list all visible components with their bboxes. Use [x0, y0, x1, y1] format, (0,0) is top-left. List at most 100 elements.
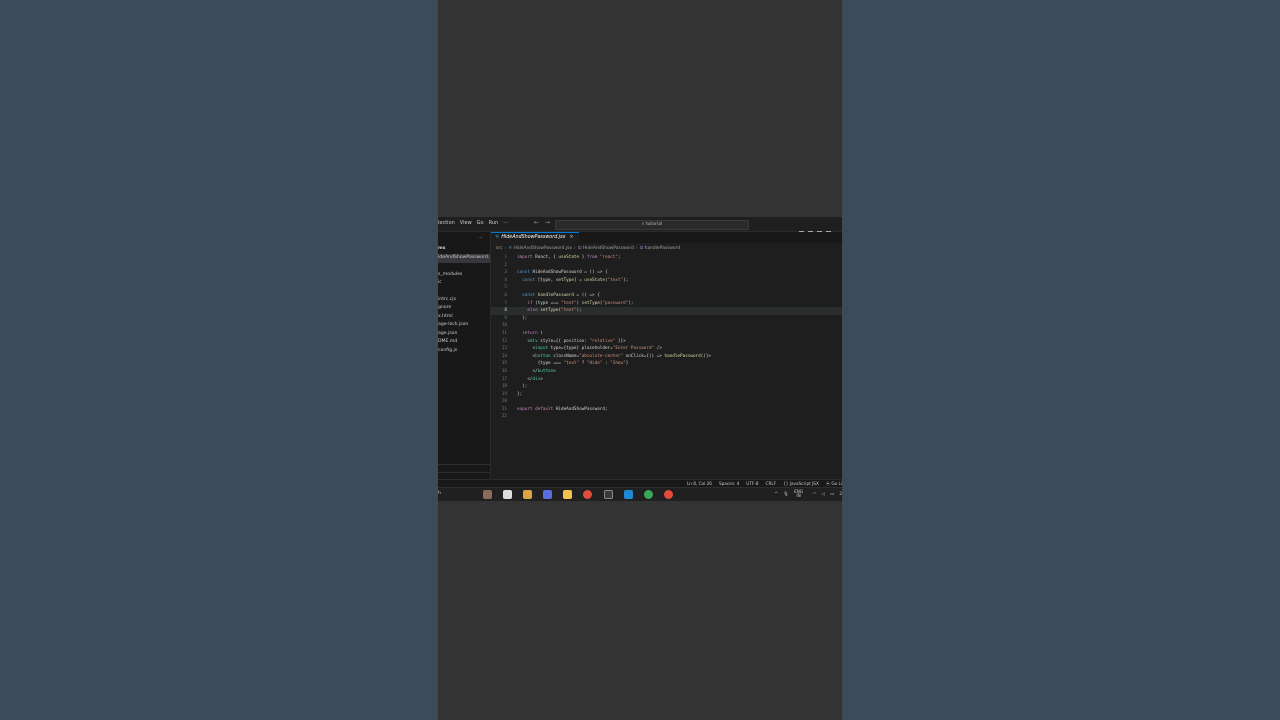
clock[interactable]: 2: [839, 491, 842, 496]
status-cursor-position[interactable]: Ln 8, Col 26: [687, 481, 712, 486]
file-icon[interactable]: [503, 490, 513, 499]
file-item[interactable]: age.json: [438, 330, 490, 339]
battery-icon[interactable]: ▭: [830, 491, 834, 496]
file-item[interactable]: DME.md: [438, 338, 490, 347]
line-number: 16: [501, 368, 507, 374]
forward-arrow-icon[interactable]: →: [545, 219, 550, 226]
line-number: 14: [501, 353, 507, 359]
weather-icon[interactable]: [523, 490, 533, 499]
code-line[interactable]: 19};: [491, 391, 842, 399]
component-symbol-icon: ⊡: [577, 246, 582, 251]
line-number: 19: [501, 391, 507, 397]
breadcrumb-file[interactable]: HideAndShowPassword.jsx: [514, 246, 572, 251]
file-item[interactable]: s_modules: [438, 271, 490, 280]
code-text: const HideAndShowPassword = () => {: [517, 270, 608, 276]
back-arrow-icon[interactable]: ←: [534, 219, 539, 226]
widgets-icon[interactable]: [483, 490, 492, 499]
terminal-icon[interactable]: [603, 490, 613, 499]
menu-more[interactable]: ···: [503, 220, 508, 226]
chat-icon[interactable]: [543, 490, 553, 499]
code-text: import React, { useState } from "react";: [517, 255, 621, 260]
code-line[interactable]: 2: [491, 262, 842, 270]
status-go-live[interactable]: ⦿ Go Li: [826, 481, 842, 486]
file-item[interactable]: ic: [438, 279, 490, 288]
wifi-icon[interactable]: ◠: [812, 491, 816, 496]
menu-view[interactable]: View: [460, 220, 472, 226]
folder-icon[interactable]: [563, 490, 573, 499]
file-item[interactable]: config.js: [438, 347, 490, 356]
chevron-up-icon[interactable]: ^: [775, 491, 779, 496]
code-text: };: [517, 315, 528, 321]
breadcrumb-component[interactable]: HideAndShowPassword: [583, 246, 634, 251]
chrome-icon[interactable]: [583, 490, 593, 499]
file-item[interactable]: age-lock.json: [438, 321, 490, 330]
microphone-icon[interactable]: 🎙: [783, 491, 788, 496]
language-indicator[interactable]: ENG IN: [794, 489, 803, 498]
editor-tabs: ⚛ HideAndShowPassword.jsx ×: [491, 232, 842, 243]
windows-taskbar: h ^ 🎙 ENG IN ◠ ◁ ▭ 2: [438, 487, 842, 501]
code-line[interactable]: 7 if (type === "text") setType("password…: [491, 300, 842, 308]
code-line[interactable]: 14 <button className="absolute-center" o…: [491, 353, 842, 361]
menu-selection[interactable]: lection: [438, 220, 455, 226]
code-line[interactable]: 3 const HideAndShowPassword = () => {: [491, 269, 842, 277]
code-text: {type === "text" ? "Hide" : "Show"}: [517, 361, 629, 367]
code-line[interactable]: 4 const [type, setType] = useState("text…: [491, 277, 842, 285]
react-file-icon: ⚛: [508, 246, 513, 251]
line-number: 5: [504, 285, 507, 291]
code-line[interactable]: 20: [491, 398, 842, 406]
line-number: 17: [501, 376, 507, 382]
command-center-search[interactable]: ⌕ tutorial: [555, 220, 749, 230]
file-tree: ideAndShowPassword... s_modules ic intrc…: [438, 254, 490, 355]
status-language[interactable]: {} JavaScript JSX: [783, 481, 819, 486]
outline-divider: [438, 464, 490, 465]
left-background-panel: [0, 0, 438, 720]
navigation-arrows: ← →: [534, 219, 556, 226]
breadcrumb-function[interactable]: handlePassword: [645, 246, 680, 251]
code-line[interactable]: 6 const handlePassword = () => {: [491, 292, 842, 300]
status-encoding[interactable]: UTF-8: [746, 481, 758, 486]
menu-go[interactable]: Go: [477, 220, 484, 226]
code-line[interactable]: 15 {type === "text" ? "Hide" : "Show"}: [491, 360, 842, 368]
explorer-project-header[interactable]: ms: [438, 246, 446, 251]
line-number: 21: [501, 406, 507, 412]
menu-run[interactable]: Run: [489, 220, 499, 226]
code-line[interactable]: 22: [491, 413, 842, 421]
code-line[interactable]: 18 );: [491, 383, 842, 391]
code-line[interactable]: 9 };: [491, 315, 842, 323]
code-line[interactable]: 13 <input type={type} placeholder="Enter…: [491, 345, 842, 353]
code-line[interactable]: 8 else setType("text");: [491, 307, 842, 315]
vscode-icon[interactable]: [623, 490, 633, 499]
chrome-dev-icon[interactable]: [663, 490, 673, 499]
taskbar-apps: [483, 490, 679, 501]
code-line[interactable]: 12 <div style={{ position: "relative" }}…: [491, 338, 842, 346]
close-tab-icon[interactable]: ×: [569, 235, 573, 240]
chrome-profile-icon[interactable]: [643, 490, 653, 499]
code-line[interactable]: 1 import React, { useState } from "react"…: [491, 254, 842, 262]
code-line[interactable]: 17 </div>: [491, 376, 842, 384]
code-line[interactable]: 16 </button>: [491, 368, 842, 376]
file-item[interactable]: gnore: [438, 304, 490, 313]
explorer-more-icon[interactable]: ···: [478, 235, 483, 241]
line-number: 10: [501, 323, 507, 329]
status-eol[interactable]: CRLF: [766, 481, 777, 486]
tab-hide-and-show-password[interactable]: ⚛ HideAndShowPassword.jsx ×: [491, 232, 579, 243]
breadcrumb-folder[interactable]: src: [496, 246, 502, 251]
code-line[interactable]: 21 export default HideAndShowPassword;: [491, 406, 842, 414]
file-item[interactable]: ideAndShowPassword...: [438, 254, 490, 263]
code-line[interactable]: 11 return (: [491, 330, 842, 338]
code-text: );: [517, 384, 528, 390]
code-text: </button>: [517, 368, 556, 374]
code-text: if (type === "text") setType("password")…: [527, 300, 634, 306]
line-number: 22: [501, 414, 507, 420]
file-item[interactable]: x.html: [438, 313, 490, 322]
status-indentation[interactable]: Spaces: 4: [719, 481, 739, 486]
volume-icon[interactable]: ◁: [821, 491, 824, 496]
code-text: };: [517, 391, 523, 397]
line-number: 2: [504, 262, 507, 268]
code-line[interactable]: 5: [491, 284, 842, 292]
code-text: <div style={{ position: "relative" }}>: [517, 338, 626, 344]
taskbar-search[interactable]: h: [438, 491, 441, 496]
file-item[interactable]: intrc.cjs: [438, 296, 490, 305]
code-editor[interactable]: 1 import React, { useState } from "react"…: [491, 254, 842, 421]
code-line[interactable]: 10: [491, 322, 842, 330]
